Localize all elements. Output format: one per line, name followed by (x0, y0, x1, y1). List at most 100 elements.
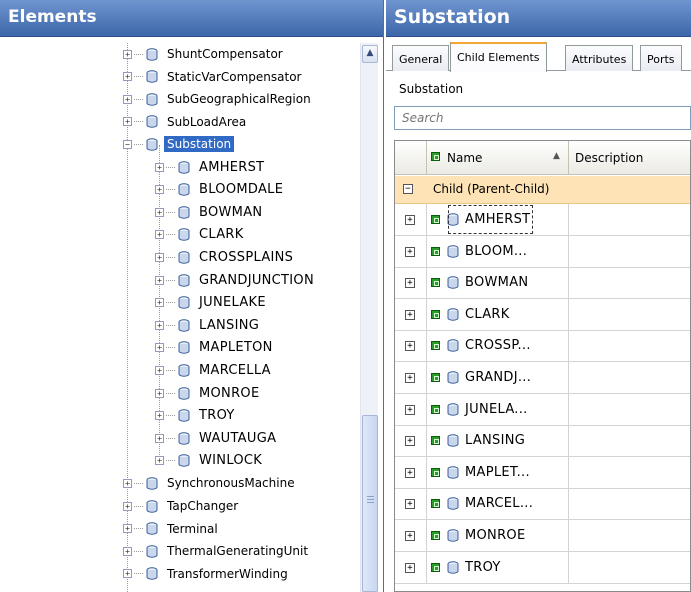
expand-node-icon[interactable]: + (155, 411, 164, 421)
row-description-cell[interactable] (569, 552, 690, 583)
expand-row-icon[interactable]: + (405, 404, 415, 415)
expand-row-icon[interactable]: + (405, 467, 415, 478)
table-row[interactable]: + CROSSP... (395, 330, 690, 363)
expand-node-icon[interactable]: + (123, 117, 132, 127)
expand-node-icon[interactable]: + (155, 230, 164, 240)
row-name[interactable]: CLARK (447, 299, 510, 330)
scroll-up-button[interactable]: ▲ (362, 45, 378, 63)
table-row[interactable]: + MAPLET... (395, 456, 690, 489)
expand-row-icon[interactable]: + (405, 278, 415, 289)
table-row[interactable]: + MONROE (395, 520, 690, 552)
tree-item-substation-child[interactable]: + MAPLETON (155, 337, 273, 359)
tree-item-substation-child[interactable]: + MONROE (155, 382, 259, 404)
expand-row-icon[interactable]: + (405, 215, 415, 225)
row-name[interactable]: TROY (447, 552, 501, 583)
row-name[interactable]: BLOOM... (447, 236, 527, 267)
tree-scrollbar[interactable]: ▲ (360, 43, 378, 592)
expand-node-icon[interactable]: + (123, 478, 132, 488)
row-description-cell[interactable] (569, 362, 690, 393)
table-row[interactable]: + LANSING (395, 425, 690, 458)
tree-item[interactable]: + SubGeographicalRegion (123, 88, 311, 110)
tree-item[interactable]: + SubLoadArea (123, 111, 246, 133)
search-field[interactable] (394, 106, 691, 130)
expand-node-icon[interactable]: + (123, 72, 132, 82)
expand-node-icon[interactable]: + (123, 546, 132, 556)
tree-item-substation-child[interactable]: + AMHERST (155, 156, 264, 178)
expand-node-icon[interactable]: + (123, 94, 132, 104)
tree-item[interactable]: + Terminal (123, 518, 218, 540)
group-row-child[interactable]: − Child (Parent-Child) (395, 176, 690, 204)
tree-item[interactable]: + SynchronousMachine (123, 472, 295, 494)
tree-item[interactable]: + TapChanger (123, 495, 238, 517)
row-name[interactable]: AMHERST (447, 204, 534, 235)
tree-item-substation-child[interactable]: + LANSING (155, 314, 259, 336)
expand-row-icon[interactable]: + (405, 562, 415, 573)
child-elements-grid[interactable]: Name ▲ Description − Child (Parent-Child… (394, 140, 691, 592)
tree-item-substation-child[interactable]: + BLOOMDALE (155, 179, 283, 201)
expand-node-icon[interactable]: + (155, 185, 164, 195)
tree-item-substation-child[interactable]: + MARCELLA (155, 359, 271, 381)
row-name[interactable]: CROSSP... (447, 330, 531, 361)
row-description-cell[interactable] (569, 488, 690, 519)
row-name[interactable]: MAPLET... (447, 457, 530, 488)
expand-node-icon[interactable]: + (123, 49, 132, 59)
elements-tree[interactable]: + ShuntCompensator + StaticVarCompensator + S… (0, 43, 360, 592)
expand-row-icon[interactable]: + (405, 246, 415, 257)
tree-item-substation-child[interactable]: + BOWMAN (155, 201, 262, 223)
tree-item[interactable]: + ThermalGeneratingUnit (123, 540, 308, 562)
expand-row-icon[interactable]: + (405, 309, 415, 320)
expand-row-icon[interactable]: + (405, 531, 415, 541)
table-row[interactable]: + MARCEL... (395, 488, 690, 521)
column-header-name[interactable]: Name ▲ (427, 141, 569, 175)
search-input[interactable] (395, 107, 690, 129)
tree-item-substation-child[interactable]: + WAUTAUGA (155, 427, 276, 449)
row-description-cell[interactable] (569, 520, 690, 551)
table-row[interactable]: + AMHERST (395, 204, 690, 236)
tree-item-substation-child[interactable]: + TROY (155, 405, 235, 427)
expand-node-icon[interactable]: + (155, 456, 164, 466)
row-description-cell[interactable] (569, 204, 690, 235)
row-name[interactable]: LANSING (447, 425, 525, 456)
row-description-cell[interactable] (569, 236, 690, 267)
tree-item-substation-child[interactable]: + JUNELAKE (155, 292, 266, 314)
expand-row-icon[interactable]: + (405, 436, 415, 447)
tree-item[interactable]: + ShuntCompensator (123, 43, 283, 65)
row-name[interactable]: MONROE (447, 520, 525, 551)
tab-attributes[interactable]: Attributes (565, 45, 634, 71)
row-name[interactable]: GRANDJ... (447, 362, 531, 393)
row-description-cell[interactable] (569, 425, 690, 456)
row-name[interactable]: MARCEL... (447, 488, 533, 519)
expand-node-icon[interactable]: + (155, 162, 164, 172)
expand-node-icon[interactable]: + (155, 433, 164, 443)
tree-item[interactable]: + StaticVarCompensator (123, 66, 301, 88)
expand-node-icon[interactable]: + (155, 343, 164, 353)
expand-node-icon[interactable]: + (155, 365, 164, 375)
expand-node-icon[interactable]: + (155, 252, 164, 262)
row-name[interactable]: JUNELA... (447, 394, 528, 425)
collapse-node-icon[interactable]: − (123, 139, 132, 149)
expand-node-icon[interactable]: + (155, 388, 164, 398)
row-description-cell[interactable] (569, 457, 690, 488)
tree-item[interactable]: + TransformerWinding (123, 563, 288, 585)
expand-node-icon[interactable]: + (155, 298, 164, 308)
row-description-cell[interactable] (569, 394, 690, 425)
tree-item-substation-child[interactable]: + CROSSPLAINS (155, 246, 293, 268)
expand-row-icon[interactable]: + (405, 499, 415, 510)
expand-node-icon[interactable]: + (155, 207, 164, 217)
expand-node-icon[interactable]: + (155, 275, 164, 285)
tree-item-substation-child[interactable]: + CLARK (155, 224, 244, 246)
table-row[interactable]: + BOWMAN (395, 267, 690, 300)
table-row[interactable]: + TROY (395, 551, 690, 584)
tree-item[interactable]: − Substation (123, 133, 235, 155)
table-row[interactable]: + GRANDJ... (395, 362, 690, 394)
scroll-thumb[interactable] (362, 415, 378, 592)
table-row[interactable]: + BLOOM... (395, 235, 690, 268)
tab-general[interactable]: General (392, 45, 450, 71)
tab-child-elements[interactable]: Child Elements (450, 42, 547, 72)
expand-node-icon[interactable]: + (155, 320, 164, 330)
row-description-cell[interactable] (569, 299, 690, 330)
row-name[interactable]: BOWMAN (447, 267, 528, 298)
expand-node-icon[interactable]: + (123, 501, 132, 511)
expand-node-icon[interactable]: + (123, 569, 132, 579)
row-description-cell[interactable] (569, 267, 690, 298)
